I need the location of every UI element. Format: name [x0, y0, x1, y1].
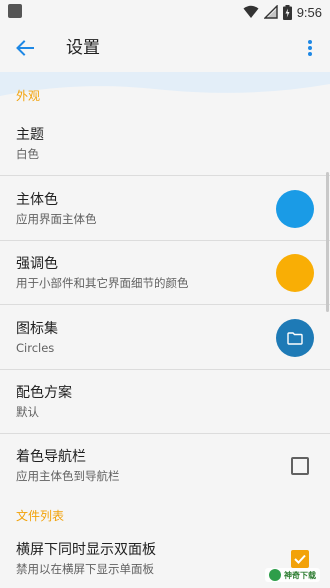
- tint-navbar-checkbox[interactable]: [291, 457, 309, 475]
- watermark-logo: [269, 569, 281, 581]
- setting-color-scheme[interactable]: 配色方案 默认: [0, 370, 330, 434]
- setting-primary-color[interactable]: 主体色 应用界面主体色: [0, 177, 330, 241]
- more-options-button[interactable]: [300, 36, 320, 60]
- battery-charging-icon: [282, 4, 292, 20]
- page-title: 设置: [66, 38, 100, 58]
- setting-subtitle: 白色: [16, 147, 39, 161]
- wifi-icon: [243, 5, 259, 18]
- setting-title: 主体色: [16, 192, 58, 208]
- status-bar: 9:56: [0, 0, 330, 24]
- setting-theme[interactable]: 主题 白色: [0, 112, 330, 176]
- settings-list[interactable]: 外观 主题 白色 主体色 应用界面主体色 强调色 用于小部件和其它界面细节的颜色…: [0, 72, 330, 588]
- scrollbar[interactable]: [326, 172, 329, 312]
- setting-tint-navbar[interactable]: 着色导航栏 应用主体色到导航栏: [0, 434, 330, 498]
- signal-icon: [263, 5, 278, 19]
- setting-title: 配色方案: [16, 385, 72, 401]
- dual-pane-checkbox[interactable]: [291, 550, 309, 568]
- setting-subtitle: 默认: [16, 405, 39, 419]
- setting-accent-color[interactable]: 强调色 用于小部件和其它界面细节的颜色: [0, 241, 330, 305]
- more-vert-icon: [308, 40, 312, 56]
- notification-icon: [8, 4, 22, 18]
- divider: [0, 175, 330, 176]
- setting-title: 图标集: [16, 321, 58, 337]
- setting-subtitle: 应用主体色到导航栏: [16, 469, 120, 483]
- watermark-text: 神奇下载: [284, 570, 316, 580]
- arrow-back-icon: [16, 40, 34, 56]
- app-bar: 设置: [0, 24, 330, 72]
- setting-title: 强调色: [16, 256, 58, 272]
- accent-color-swatch[interactable]: [276, 254, 314, 292]
- folder-icon: [287, 331, 303, 345]
- setting-title: 主题: [16, 127, 44, 143]
- section-header-file-list: 文件列表: [16, 509, 65, 523]
- setting-subtitle: 应用界面主体色: [16, 212, 97, 226]
- primary-color-swatch[interactable]: [276, 190, 314, 228]
- setting-title: 着色导航栏: [16, 449, 86, 465]
- setting-subtitle: 禁用以在横屏下显示单面板: [16, 562, 154, 576]
- section-header-appearance: 外观: [16, 89, 41, 103]
- setting-icon-set[interactable]: 图标集 Circles: [0, 306, 330, 370]
- setting-subtitle: 用于小部件和其它界面细节的颜色: [16, 276, 189, 290]
- back-button[interactable]: [12, 36, 38, 60]
- setting-title: 横屏下同时显示双面板: [16, 542, 156, 558]
- watermark: 神奇下载: [265, 568, 320, 582]
- icon-set-preview[interactable]: [276, 319, 314, 357]
- setting-subtitle: Circles: [16, 341, 55, 355]
- divider: [0, 304, 330, 305]
- status-icons: 9:56: [243, 3, 322, 21]
- status-time: 9:56: [296, 4, 322, 20]
- header-wave: [0, 72, 330, 96]
- check-icon: [294, 554, 306, 564]
